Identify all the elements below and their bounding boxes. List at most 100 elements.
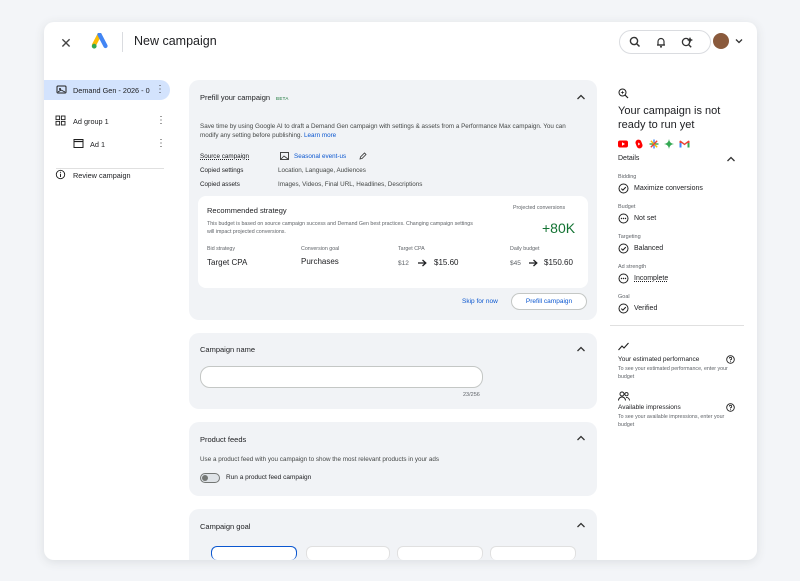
check-circle-icon	[618, 303, 629, 314]
budget-value: Not set	[634, 215, 657, 222]
chevron-up-icon[interactable]	[576, 434, 586, 442]
copied-settings-value: Location, Language, Audiences	[278, 167, 366, 174]
projected-value: +80K	[542, 220, 576, 236]
shorts-icon	[635, 139, 643, 149]
budget-label: Budget	[618, 204, 636, 210]
prefill-description-text: Save time by using Google AI to draft a …	[200, 123, 566, 139]
copied-assets-value: Images, Videos, Final URL, Headlines, De…	[278, 181, 423, 188]
skip-for-now-button[interactable]: Skip for now	[462, 298, 498, 305]
chevron-down-icon[interactable]	[734, 36, 744, 46]
more-options-icon[interactable]: ⋮	[156, 115, 166, 127]
more-options-icon[interactable]: ⋮	[155, 84, 165, 96]
ad-strength-value[interactable]: Incomplete	[634, 275, 668, 282]
performance-title: Your estimated performance	[618, 356, 700, 363]
status-title: Your campaign is not ready to run yet	[618, 105, 721, 131]
copied-settings-label: Copied settings	[200, 167, 244, 174]
product-feeds-title: Product feeds	[200, 435, 247, 444]
prefill-title-text: Prefill your campaign	[200, 93, 271, 102]
google-ads-logo-icon	[91, 33, 108, 49]
performance-subtext: To see your estimated performance, enter…	[618, 366, 728, 380]
search-spark-icon	[618, 88, 629, 99]
targeting-label: Targeting	[618, 234, 641, 240]
target-cpa-old: $12	[398, 260, 409, 267]
copied-assets-label: Copied assets	[200, 181, 240, 188]
title-separator	[122, 32, 123, 52]
help-search-icon[interactable]	[680, 35, 694, 49]
pending-circle-icon	[618, 213, 629, 224]
product-feeds-description: Use a product feed with you campaign to …	[200, 456, 440, 463]
chevron-up-icon[interactable]	[576, 345, 586, 353]
sidebar-item-campaign[interactable]: Demand Gen - 2026 - 0 ⋮	[44, 80, 170, 100]
image-icon	[280, 152, 289, 160]
youtube-icon	[618, 140, 628, 148]
info-icon	[55, 169, 66, 180]
details-label: Details	[618, 155, 640, 162]
prefill-card: Prefill your campaign BETA Save time by u…	[189, 80, 597, 320]
campaign-goal-card: Campaign goal	[189, 509, 597, 560]
goal-label: Goal	[618, 294, 630, 300]
goal-option[interactable]	[306, 546, 390, 560]
sidebar-item-ad-group[interactable]: Ad group 1 ⋮	[44, 111, 170, 131]
edit-pencil-icon[interactable]	[359, 152, 367, 160]
campaign-name-input[interactable]	[200, 366, 483, 388]
product-feeds-card: Product feeds Use a product feed with yo…	[189, 422, 597, 496]
chevron-up-icon[interactable]	[576, 93, 586, 101]
more-options-icon[interactable]: ⋮	[156, 138, 166, 150]
daily-budget-old: $45	[510, 260, 521, 267]
sidebar-item-label: Review campaign	[73, 171, 131, 180]
grid-icon	[55, 115, 66, 126]
impressions-subtext: To see your available impressions, enter…	[618, 414, 725, 428]
help-icon[interactable]	[726, 355, 735, 364]
product-feed-toggle-label: Run a product feed campaign	[226, 474, 312, 481]
sidebar-item-ad[interactable]: Ad 1 ⋮	[44, 134, 170, 154]
goal-value: Verified	[634, 305, 658, 312]
check-circle-icon	[618, 243, 629, 254]
app-window: ✕ New campaign Demand Gen - 2026 - 0 ⋮ A…	[44, 22, 757, 560]
source-campaign-link[interactable]: Seasonal event-us	[294, 153, 346, 160]
goal-option[interactable]	[211, 546, 297, 560]
ad-strength-label: Ad strength	[618, 264, 647, 270]
gmail-icon	[679, 140, 690, 148]
learn-more-link[interactable]: Learn more	[304, 132, 336, 139]
bidding-value: Maximize conversions	[634, 185, 703, 192]
daily-budget-new: $150.60	[544, 258, 573, 267]
bid-strategy-value: Target CPA	[207, 258, 248, 267]
character-counter: 23/256	[463, 392, 480, 398]
bell-icon[interactable]	[654, 35, 668, 49]
prefill-title: Prefill your campaign BETA	[200, 93, 289, 102]
pending-circle-icon	[618, 273, 629, 284]
chevron-up-icon[interactable]	[726, 155, 736, 163]
page-title: New campaign	[134, 34, 217, 48]
gemini-icon	[664, 139, 674, 149]
campaign-icon	[56, 85, 67, 94]
conversion-goal-value: Purchases	[301, 257, 339, 266]
sidebar-item-review[interactable]: Review campaign	[44, 165, 170, 185]
daily-budget-label: Daily budget	[510, 246, 540, 252]
panel-divider	[610, 325, 744, 326]
avatar[interactable]	[713, 33, 729, 49]
campaign-name-card: Campaign name 23/256	[189, 333, 597, 409]
help-icon[interactable]	[726, 403, 735, 412]
search-icon[interactable]	[628, 35, 642, 49]
arrow-right-icon	[418, 259, 427, 267]
campaign-goal-title: Campaign goal	[200, 522, 251, 531]
sidebar-item-label: Demand Gen - 2026 - 0	[73, 86, 150, 95]
discover-icon	[649, 139, 659, 149]
prefill-campaign-button[interactable]: Prefill campaign	[511, 293, 587, 310]
people-icon	[618, 391, 630, 401]
chevron-up-icon[interactable]	[576, 521, 586, 529]
product-feed-toggle[interactable]	[200, 473, 220, 483]
bid-strategy-label: Bid strategy	[207, 246, 235, 252]
impressions-title: Available impressions	[618, 404, 681, 411]
bidding-label: Bidding	[618, 174, 637, 180]
ad-window-icon	[73, 139, 84, 148]
target-cpa-label: Target CPA	[398, 246, 425, 252]
top-bar: ✕ New campaign	[44, 22, 757, 68]
close-icon[interactable]: ✕	[58, 35, 74, 51]
prefill-description: Save time by using Google AI to draft a …	[200, 122, 570, 140]
goal-option[interactable]	[490, 546, 576, 560]
strategy-title: Recommended strategy	[207, 206, 287, 215]
goal-option[interactable]	[397, 546, 483, 560]
campaign-name-title: Campaign name	[200, 345, 256, 354]
strategy-description: This budget is based on source campaign …	[207, 221, 473, 235]
